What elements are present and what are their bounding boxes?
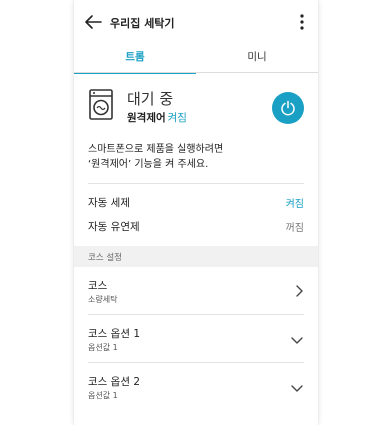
remote-control-notice: 스마트폰으로 제품을 실행하려면 ‘원격제어’ 기능을 켜 주세요. bbox=[88, 142, 308, 172]
chevron-down-icon bbox=[291, 385, 303, 392]
remote-control-status: 원격제어 켜짐 bbox=[127, 110, 187, 125]
remote-control-state: 켜짐 bbox=[167, 112, 187, 124]
auto-softener-value[interactable]: 꺼짐 bbox=[286, 219, 304, 234]
list-item-subtitle: 소량세탁 bbox=[88, 295, 118, 304]
list-item-subtitle: 옵션값 1 bbox=[88, 391, 118, 400]
list-item-title: 코스 bbox=[88, 280, 108, 292]
device-status: 대기 중 bbox=[127, 90, 174, 108]
notice-line-2: ‘원격제어’ 기능을 켜 주세요. bbox=[88, 159, 209, 170]
divider bbox=[88, 183, 304, 184]
tab-mini-label: 미니 bbox=[247, 51, 267, 63]
washing-machine-icon bbox=[89, 89, 113, 120]
tab-mini[interactable]: 미니 bbox=[196, 42, 318, 72]
section-header-label: 코스 설정 bbox=[88, 253, 122, 263]
course-settings-header: 코스 설정 bbox=[74, 246, 318, 267]
list-item-title: 코스 옵션 2 bbox=[88, 376, 140, 388]
top-app-bar: 우리집 세탁기 bbox=[74, 0, 318, 42]
device-tabs: 트롬 미니 bbox=[74, 42, 318, 74]
auto-detergent-label: 자동 세제 bbox=[88, 197, 130, 209]
notice-line-1: 스마트폰으로 제품을 실행하려면 bbox=[88, 144, 224, 155]
list-item-course[interactable]: 코스 소량세탁 bbox=[74, 267, 318, 315]
tab-trom-label: 트롬 bbox=[125, 51, 145, 63]
auto-detergent-value[interactable]: 켜짐 bbox=[286, 195, 304, 210]
page-title: 우리집 세탁기 bbox=[110, 17, 175, 30]
power-button[interactable] bbox=[272, 92, 304, 124]
chevron-right-icon bbox=[296, 285, 303, 297]
tab-trom[interactable]: 트롬 bbox=[74, 42, 196, 74]
list-item-title: 코스 옵션 1 bbox=[88, 328, 140, 340]
tab-divider bbox=[74, 72, 318, 73]
chevron-down-icon bbox=[291, 337, 303, 344]
more-vertical-icon[interactable] bbox=[296, 13, 308, 31]
power-icon bbox=[281, 100, 295, 116]
list-item-subtitle: 옵션값 1 bbox=[88, 343, 118, 352]
list-item-course-option-2[interactable]: 코스 옵션 2 옵션값 1 bbox=[74, 363, 318, 411]
auto-softener-label: 자동 유연제 bbox=[88, 221, 140, 233]
arrow-left-icon[interactable] bbox=[84, 14, 102, 30]
remote-control-label: 원격제어 bbox=[127, 112, 166, 124]
app-screen: 우리집 세탁기 트롬 미니 대기 중 원격제어 켜짐 스마트폰으로 제품을 실행… bbox=[74, 0, 318, 425]
list-item-course-option-1[interactable]: 코스 옵션 1 옵션값 1 bbox=[74, 315, 318, 363]
